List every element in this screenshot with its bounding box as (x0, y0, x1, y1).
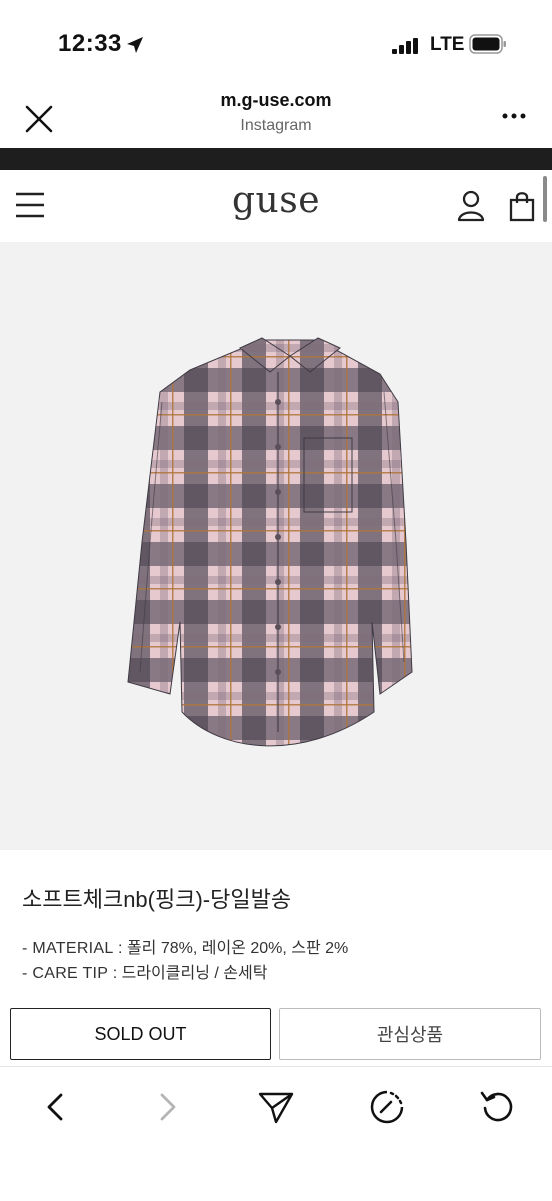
back-icon[interactable] (36, 1087, 76, 1127)
reload-icon[interactable] (478, 1087, 518, 1127)
status-bar: 12:33 LTE (0, 0, 552, 88)
top-banner (0, 148, 552, 170)
wishlist-button[interactable]: 관심상품 (279, 1008, 541, 1060)
spec-value: : 드라이클리닝 / 손세탁 (108, 965, 268, 982)
status-time: 12:33 (58, 30, 122, 57)
network-label: LTE (430, 34, 465, 55)
url-source: Instagram (240, 117, 312, 134)
spec-key: - CARE TIP (22, 965, 109, 982)
plaid-shirt-photo (0, 242, 552, 850)
sold-out-button[interactable]: SOLD OUT (10, 1008, 271, 1060)
location-arrow-icon (126, 36, 144, 59)
product-name: 소프트체크nb(핑크)-당일발송 (22, 887, 292, 912)
more-icon[interactable] (498, 106, 532, 126)
spec-list: - MATERIAL : 폴리 78%, 레이온 20%, 스판 2% - CA… (22, 936, 348, 986)
forward-icon[interactable] (147, 1087, 187, 1127)
signal-bars-icon (392, 38, 420, 59)
speed-icon[interactable] (367, 1087, 407, 1127)
browser-bar: m.g-use.com Instagram (0, 88, 552, 148)
spec-value: : 폴리 78%, 레이온 20%, 스판 2% (113, 940, 349, 957)
spec-row-material: - MATERIAL : 폴리 78%, 레이온 20%, 스판 2% (22, 936, 348, 961)
spec-row-care-tip: - CARE TIP : 드라이클리닝 / 손세탁 (22, 961, 348, 986)
shopping-bag-icon[interactable] (507, 190, 537, 222)
spec-key: - MATERIAL (22, 940, 114, 957)
scroll-indicator (543, 176, 547, 222)
url-host: m.g-use.com (220, 90, 332, 110)
battery-icon (469, 34, 507, 59)
site-header: guse (0, 170, 552, 242)
share-icon[interactable] (256, 1087, 296, 1127)
user-icon[interactable] (456, 190, 486, 222)
browser-toolbar (0, 1066, 552, 1201)
